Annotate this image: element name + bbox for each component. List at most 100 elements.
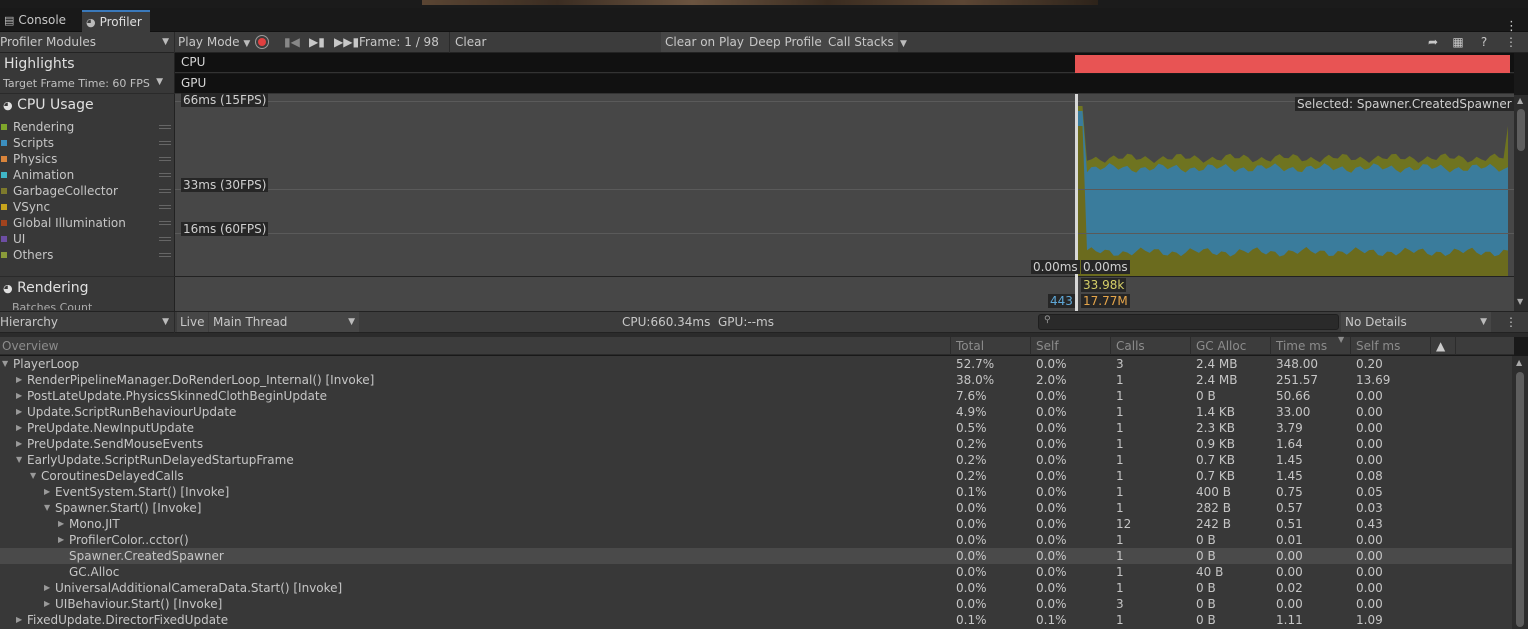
frame-selection-marker[interactable] xyxy=(1075,94,1078,311)
collapsed-arrow-icon[interactable]: ▶ xyxy=(16,388,22,404)
collapsed-arrow-icon[interactable]: ▶ xyxy=(58,532,64,548)
table-row[interactable]: ▼ Spawner.Start() [Invoke] 0.0% 0.0% 1 282 B 0… xyxy=(0,500,1512,516)
collapsed-arrow-icon[interactable]: ▶ xyxy=(44,596,50,612)
clear-button[interactable]: Clear xyxy=(455,32,486,52)
table-row[interactable]: ▶ Mono.JIT 0.0% 0.0% 12 242 B 0.51 0.43 xyxy=(0,516,1512,532)
collapsed-arrow-icon[interactable]: ▶ xyxy=(16,420,22,436)
threshold-16ms: 16ms (60FPS) xyxy=(181,222,269,236)
cpu-usage-module[interactable]: ◕ CPU Usage xyxy=(3,97,94,113)
help-icon[interactable]: ? xyxy=(1476,32,1492,52)
legend-item-physics[interactable]: Physics xyxy=(0,151,175,167)
target-frame-time-dropdown[interactable]: Target Frame Time: 60 FPS ▼ xyxy=(3,77,171,90)
rendering-module[interactable]: ◕ Rendering xyxy=(3,280,89,296)
cpu-icon: ◕ xyxy=(3,99,13,112)
expanded-arrow-icon[interactable]: ▼ xyxy=(30,468,36,484)
column-calls[interactable]: Calls xyxy=(1116,339,1145,353)
column-time-ms[interactable]: Time ms xyxy=(1276,339,1327,353)
column-overview[interactable]: Overview xyxy=(2,339,59,353)
live-toggle[interactable]: Live xyxy=(177,312,208,332)
thread-dropdown[interactable]: Main Thread ▼ xyxy=(209,312,359,332)
legend-item-rendering[interactable]: Rendering xyxy=(0,119,175,135)
details-more-icon[interactable]: ⋮ xyxy=(1505,312,1517,332)
next-frame-button[interactable]: ▶▮ xyxy=(309,32,325,52)
drag-handle-icon[interactable] xyxy=(159,125,171,129)
load-icon[interactable]: ➦ xyxy=(1425,32,1441,52)
first-frame-button[interactable]: ▮◀ xyxy=(284,32,300,52)
drag-handle-icon[interactable] xyxy=(159,173,171,177)
table-row[interactable]: Spawner.CreatedSpawner 0.0% 0.0% 1 0 B 0.00 0.… xyxy=(0,548,1512,564)
warning-column-icon[interactable]: ▲ xyxy=(1436,339,1445,353)
table-row[interactable]: ▶ Update.ScriptRunBehaviourUpdate 4.9% 0.0%… xyxy=(0,404,1512,420)
profiler-modules-dropdown[interactable]: Profiler Modules ▼ xyxy=(0,32,173,52)
column-self-ms[interactable]: Self ms xyxy=(1356,339,1400,353)
cpu-usage-graph[interactable]: 66ms (15FPS) 33ms (30FPS) 16ms (60FPS) S… xyxy=(175,93,1514,311)
cell-total: 0.0% xyxy=(956,533,987,547)
legend-item-garbagecollector[interactable]: GarbageCollector xyxy=(0,183,175,199)
table-row[interactable]: ▶ ProfilerColor..cctor() 0.0% 0.0% 1 0 B 0.01 0… xyxy=(0,532,1512,548)
drag-handle-icon[interactable] xyxy=(159,221,171,225)
collapsed-arrow-icon[interactable]: ▶ xyxy=(16,612,22,628)
details-dropdown[interactable]: No Details ▼ xyxy=(1341,312,1491,332)
table-row[interactable]: ▶ PreUpdate.SendMouseEvents 0.2% 0.0% 1 0.9 K… xyxy=(0,436,1512,452)
column-gc-alloc[interactable]: GC Alloc xyxy=(1196,339,1246,353)
record-button[interactable] xyxy=(255,32,277,52)
column-total[interactable]: Total xyxy=(956,339,984,353)
drag-handle-icon[interactable] xyxy=(159,141,171,145)
table-row[interactable]: ▼ EarlyUpdate.ScriptRunDelayedStartupFram… xyxy=(0,452,1512,468)
cell-calls: 1 xyxy=(1116,501,1124,515)
table-row[interactable]: ▶ UniversalAdditionalCameraData.Start() [… xyxy=(0,580,1512,596)
table-scrollbar[interactable]: ▲ xyxy=(1512,356,1528,629)
expanded-arrow-icon[interactable]: ▼ xyxy=(44,500,50,516)
highlights-gpu-row[interactable]: GPU xyxy=(175,74,1514,94)
call-stacks-button[interactable]: Call Stacks xyxy=(824,32,898,52)
batches-value: 33.98k xyxy=(1081,278,1127,292)
triangles-value: 17.77M xyxy=(1081,294,1130,308)
table-row[interactable]: GC.Alloc 0.0% 0.0% 1 40 B 0.00 0.00 xyxy=(0,564,1512,580)
clear-on-play-button[interactable]: Clear on Play xyxy=(661,32,748,52)
table-row[interactable]: ▶ RenderPipelineManager.DoRenderLoop_Inte… xyxy=(0,372,1512,388)
legend-item-global-illumination[interactable]: Global Illumination xyxy=(0,215,175,231)
table-row[interactable]: ▼ PlayerLoop 52.7% 0.0% 3 2.4 MB 348.00 0.20 xyxy=(0,356,1512,372)
cell-calls: 1 xyxy=(1116,421,1124,435)
collapsed-arrow-icon[interactable]: ▶ xyxy=(44,484,50,500)
tab-console[interactable]: ▤ Console xyxy=(0,10,74,32)
collapsed-arrow-icon[interactable]: ▶ xyxy=(16,372,22,388)
table-row[interactable]: ▶ FixedUpdate.DirectorFixedUpdate 0.1% 0.1%… xyxy=(0,612,1512,628)
drag-handle-icon[interactable] xyxy=(159,237,171,241)
expanded-arrow-icon[interactable]: ▼ xyxy=(2,356,8,372)
table-row[interactable]: ▶ EventSystem.Start() [Invoke] 0.1% 0.0% 1 40… xyxy=(0,484,1512,500)
last-frame-button[interactable]: ▶▶▮ xyxy=(334,32,359,52)
search-input[interactable]: ⚲ xyxy=(1038,314,1339,330)
collapsed-arrow-icon[interactable]: ▶ xyxy=(44,580,50,596)
table-row[interactable]: ▶ PostLateUpdate.PhysicsSkinnedClothBegin… xyxy=(0,388,1512,404)
column-self[interactable]: Self xyxy=(1036,339,1059,353)
drag-handle-icon[interactable] xyxy=(159,157,171,161)
collapsed-arrow-icon[interactable]: ▶ xyxy=(16,436,22,452)
save-icon[interactable]: ▦ xyxy=(1450,32,1466,52)
tab-profiler[interactable]: ◕ Profiler xyxy=(82,10,150,32)
play-mode-dropdown[interactable]: Play Mode ▼ xyxy=(178,32,250,52)
cell-time: 0.02 xyxy=(1276,581,1303,595)
cell-calls: 1 xyxy=(1116,389,1124,403)
graph-scrollbar[interactable]: ▲ ▼ xyxy=(1514,95,1528,311)
hierarchy-view-dropdown[interactable]: Hierarchy ▼ xyxy=(0,312,173,332)
console-icon: ▤ xyxy=(4,14,15,27)
collapsed-arrow-icon[interactable]: ▶ xyxy=(58,516,64,532)
drag-handle-icon[interactable] xyxy=(159,253,171,257)
call-stacks-dropdown[interactable]: ▼ xyxy=(900,32,907,52)
legend-item-scripts[interactable]: Scripts xyxy=(0,135,175,151)
legend-item-others[interactable]: Others xyxy=(0,247,175,263)
expanded-arrow-icon[interactable]: ▼ xyxy=(16,452,22,468)
highlights-cpu-row[interactable]: CPU xyxy=(175,53,1514,73)
table-row[interactable]: ▶ UIBehaviour.Start() [Invoke] 0.0% 0.0% 3 0 … xyxy=(0,596,1512,612)
legend-item-vsync[interactable]: VSync xyxy=(0,199,175,215)
collapsed-arrow-icon[interactable]: ▶ xyxy=(16,404,22,420)
legend-item-animation[interactable]: Animation xyxy=(0,167,175,183)
drag-handle-icon[interactable] xyxy=(159,189,171,193)
more-options-icon[interactable]: ⋮ xyxy=(1505,32,1517,52)
deep-profile-button[interactable]: Deep Profile xyxy=(745,32,826,52)
table-row[interactable]: ▶ PreUpdate.NewInputUpdate 0.5% 0.0% 1 2.3 KB… xyxy=(0,420,1512,436)
table-row[interactable]: ▼ CoroutinesDelayedCalls 0.2% 0.0% 1 0.7 KB 1.… xyxy=(0,468,1512,484)
legend-item-ui[interactable]: UI xyxy=(0,231,175,247)
drag-handle-icon[interactable] xyxy=(159,205,171,209)
